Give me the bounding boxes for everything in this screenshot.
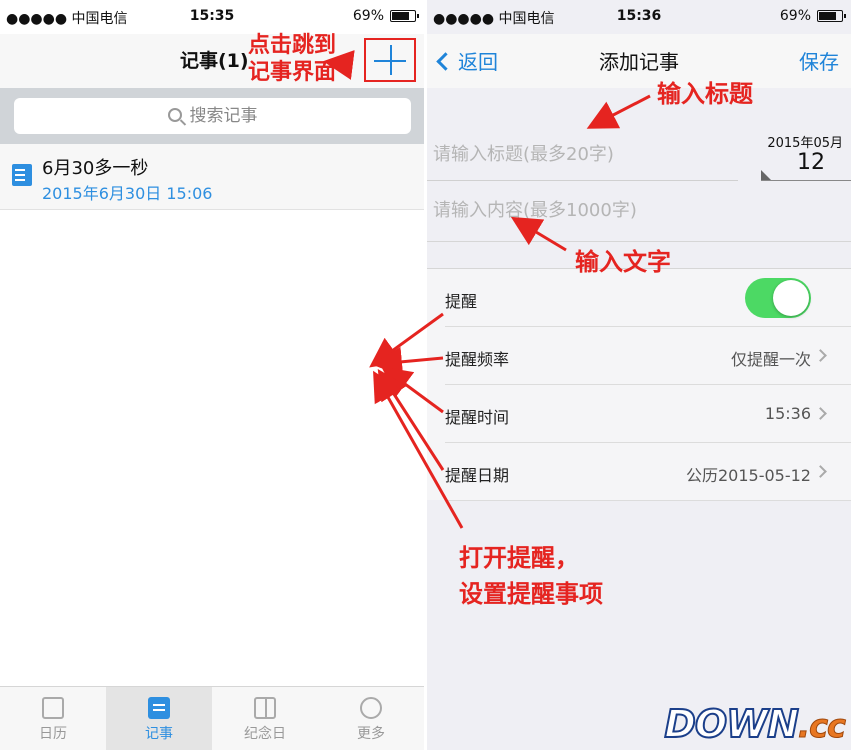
annotation-arrows: [323, 50, 651, 529]
arrow-reminder-1: [369, 312, 444, 368]
arrow-reminder-5: [373, 370, 464, 529]
arrow-to-content: [510, 216, 567, 252]
arrow-to-title: [586, 94, 651, 129]
arrow-reminder-2: [372, 346, 444, 377]
arrow-to-plus: [323, 50, 355, 80]
arrow-reminder-3: [381, 366, 444, 414]
